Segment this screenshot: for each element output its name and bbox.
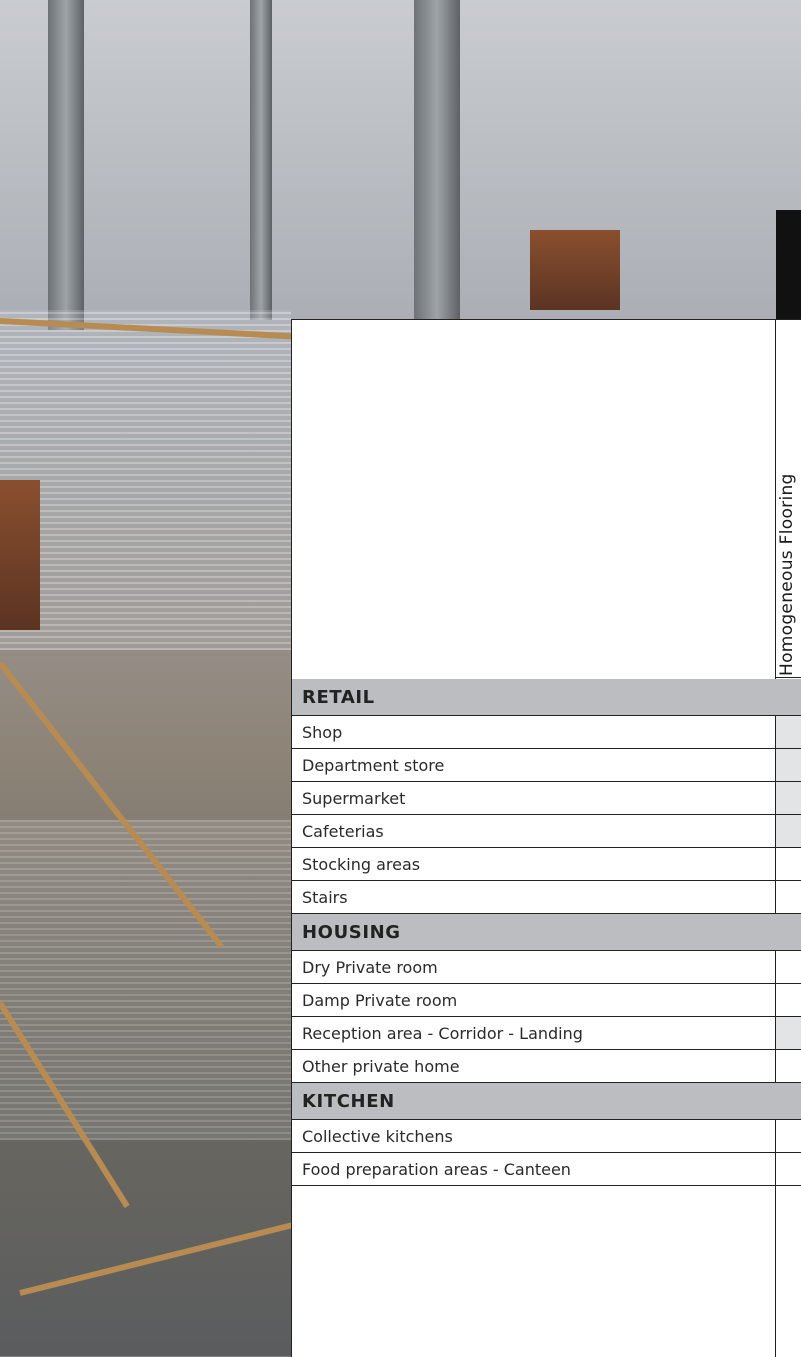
section-header-housing: HOUSING [292, 914, 801, 951]
table-row: Supermarket [292, 782, 801, 815]
section-title: KITCHEN [302, 1091, 395, 1112]
rating-cell [776, 1120, 801, 1152]
row-label: Food preparation areas - Canteen [302, 1160, 571, 1179]
table-row: Reception area - Corridor - Landing [292, 1017, 801, 1050]
row-label: Dry Private room [302, 958, 438, 977]
table-row: Dry Private room [292, 951, 801, 984]
row-label: Stairs [302, 888, 348, 907]
section-title: RETAIL [302, 687, 375, 708]
table-row: Stairs [292, 881, 801, 914]
column-header: Homogeneous Flooring [775, 320, 801, 678]
brick-wall [0, 480, 40, 630]
table-row: Department store [292, 749, 801, 782]
row-label: Shop [302, 723, 343, 742]
header-divider [775, 677, 801, 678]
row-label: Cafeterias [302, 822, 384, 841]
row-label: Collective kitchens [302, 1127, 453, 1146]
rating-cell [776, 1050, 801, 1082]
rating-cell [776, 951, 801, 983]
section-title: HOUSING [302, 922, 401, 943]
brick-wall [530, 230, 620, 310]
table-row: Collective kitchens [292, 1120, 801, 1153]
rating-cell [776, 1153, 801, 1185]
row-label: Supermarket [302, 789, 406, 808]
table-body: RETAIL Shop Department store Supermarket… [292, 679, 801, 1186]
row-label: Damp Private room [302, 991, 458, 1010]
table-row: Damp Private room [292, 984, 801, 1017]
section-header-retail: RETAIL [292, 679, 801, 716]
row-label: Reception area - Corridor - Landing [302, 1024, 583, 1043]
rating-cell [776, 984, 801, 1016]
glass-balustrade [0, 820, 291, 1140]
rating-cell [776, 716, 801, 748]
table-row: Cafeterias [292, 815, 801, 848]
rating-cell [776, 815, 801, 847]
rating-cell [776, 881, 801, 913]
atrium-pillar [250, 0, 272, 320]
row-label: Other private home [302, 1057, 460, 1076]
column-header-title: Homogeneous Flooring [777, 473, 797, 676]
table-row: Other private home [292, 1050, 801, 1083]
table-row: Food preparation areas - Canteen [292, 1153, 801, 1186]
rating-cell [776, 848, 801, 880]
handrail [19, 1222, 293, 1296]
rating-cell [776, 1017, 801, 1049]
table-row: Stocking areas [292, 848, 801, 881]
row-label: Department store [302, 756, 445, 775]
table-row: Shop [292, 716, 801, 749]
atrium-pillar [414, 0, 460, 320]
dark-band [776, 210, 801, 320]
rating-cell [776, 749, 801, 781]
glass-balustrade [0, 310, 291, 650]
atrium-pillar [48, 0, 84, 330]
application-table: Homogeneous Flooring p 2 RETAIL Shop Dep… [291, 319, 801, 1357]
section-header-kitchen: KITCHEN [292, 1083, 801, 1120]
rating-cell [776, 782, 801, 814]
row-label: Stocking areas [302, 855, 421, 874]
